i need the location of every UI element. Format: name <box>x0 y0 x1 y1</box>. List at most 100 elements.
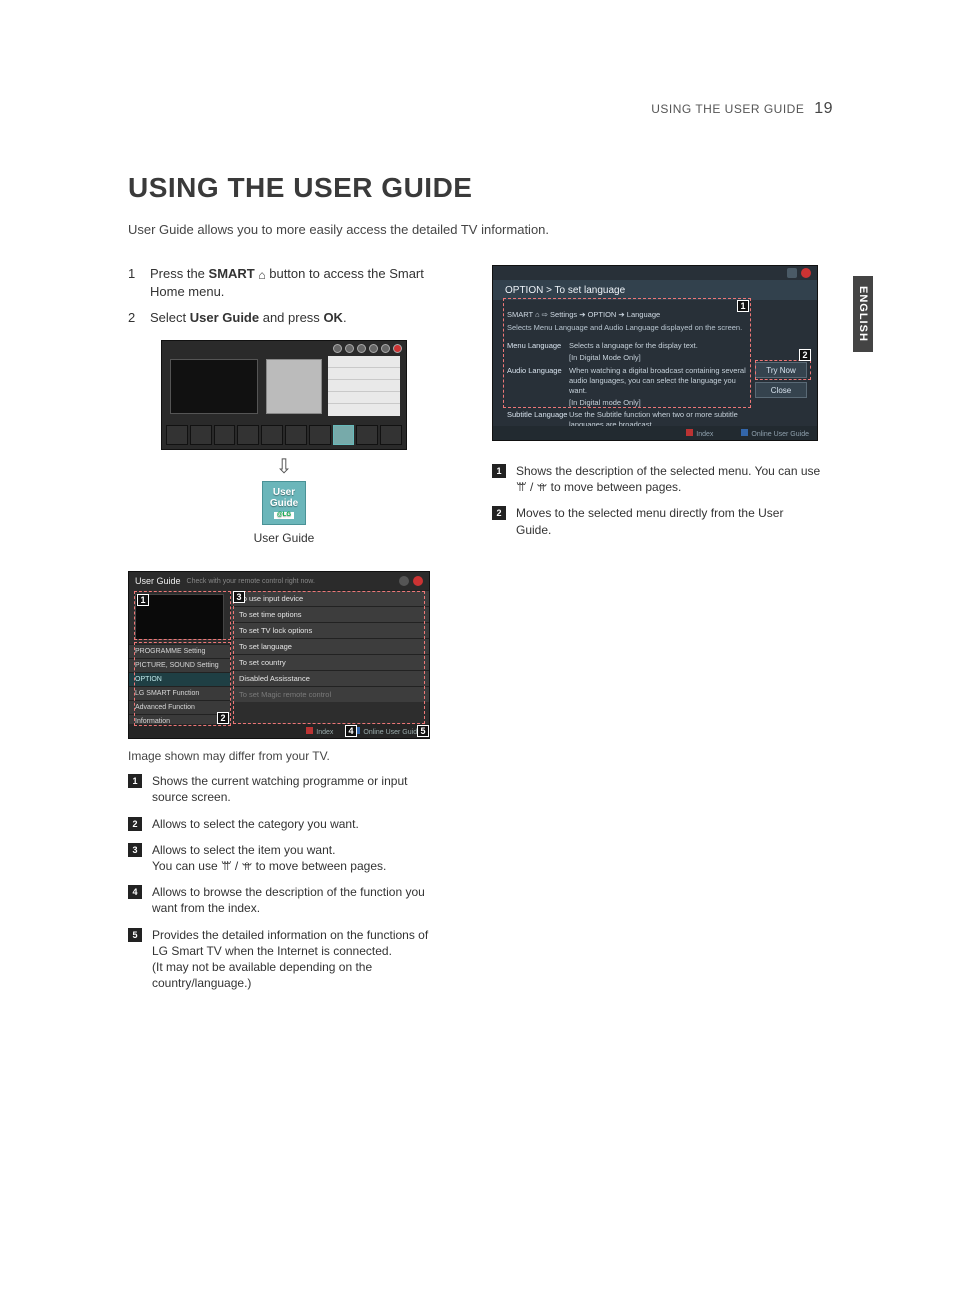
sh-icon <box>333 344 342 353</box>
ug-item-list: To use input device To set time options … <box>231 590 429 720</box>
step-text: Select User Guide and press OK. <box>150 309 347 327</box>
ug-item: Disabled Assisstance <box>231 670 429 686</box>
down-arrow-icon: ⇩ <box>276 454 293 479</box>
ug-left-pane: PROGRAMME Setting PICTURE, SOUND Setting… <box>129 590 231 720</box>
ug-category-item: LG SMART Function <box>129 686 230 700</box>
step-list: 1 Press the SMART ⌂ button to access the… <box>128 265 440 326</box>
tile-line1: User <box>273 487 295 498</box>
legend-text: Allows to select the category you want. <box>152 816 359 832</box>
intro-text: User Guide allows you to more easily acc… <box>128 222 833 237</box>
sh-icon <box>381 344 390 353</box>
ug-footer-online: Online User Guide <box>353 727 421 736</box>
user-guide-tile: User Guide @LG <box>262 481 306 525</box>
legend-item: 2 Moves to the selected menu directly fro… <box>492 505 822 537</box>
legend-text: Allows to select the item you want. You … <box>152 842 386 874</box>
ug-category-item: Advanced Function <box>129 700 230 714</box>
right-column: OPTION > To set language SMART ⌂ ⇨ Setti… <box>492 265 822 1001</box>
sh-side-panel <box>328 356 400 416</box>
ug-item: To set language <box>231 638 429 654</box>
tile-caption: User Guide <box>254 531 315 545</box>
page-number: 19 <box>814 100 833 117</box>
left-column: 1 Press the SMART ⌂ button to access the… <box>128 265 440 1001</box>
red-dot-icon <box>306 727 313 734</box>
legend-item: 1Shows the description of the selected m… <box>492 463 822 495</box>
ug-category-item: PROGRAMME Setting <box>129 644 230 658</box>
smart-home-screen <box>161 340 407 450</box>
step-text: Press the SMART ⌂ button to access the S… <box>150 265 440 301</box>
ug-title: User Guide <box>135 576 181 586</box>
step-number: 2 <box>128 309 150 327</box>
callout-badge: 3 <box>233 591 245 603</box>
sh-card <box>266 359 322 414</box>
running-head-text: USING THE USER GUIDE <box>651 102 804 116</box>
opt-row: Audio LanguageWhen watching a digital br… <box>507 366 747 396</box>
callout-badge: 2 <box>799 349 811 361</box>
page: USING THE USER GUIDE 19 ENGLISH USING TH… <box>128 100 833 1001</box>
tile-brand: @LG <box>274 512 294 519</box>
running-header: USING THE USER GUIDE 19 <box>128 100 833 118</box>
opt-row: Menu LanguageSelects a language for the … <box>507 341 747 351</box>
tile-line2: Guide <box>270 498 298 509</box>
legend-text: Allows to browse the description of the … <box>152 884 440 916</box>
legend-item: 1 Shows the current watching programme or… <box>128 773 440 805</box>
legend-badge: 5 <box>128 928 142 942</box>
sh-app-row <box>166 425 402 445</box>
smart-home-figure: ⇩ User Guide @LG User Guide <box>128 340 440 545</box>
opt-path: SMART ⌂ ⇨ Settings ➔ OPTION ➔ Language <box>507 310 747 320</box>
legend-badge: 2 <box>128 817 142 831</box>
opt-icon <box>787 268 797 278</box>
step-number: 1 <box>128 265 150 301</box>
legend-text: Shows the current watching programme or … <box>152 773 440 805</box>
legend-badge: 2 <box>492 506 506 520</box>
minimize-icon <box>399 576 409 586</box>
legend-item: 5 Provides the detailed information on th… <box>128 927 440 992</box>
callout-badge: 5 <box>417 725 429 737</box>
legend-text: Provides the detailed information on the… <box>152 927 440 992</box>
callout-badge: 2 <box>217 712 229 724</box>
left-legend: 1 Shows the current watching programme or… <box>128 773 440 991</box>
ug-item: To set time options <box>231 606 429 622</box>
opt-side-buttons: Try Now Close <box>755 362 807 398</box>
close-icon <box>413 576 423 586</box>
ug-header-bar: User Guide Check with your remote contro… <box>129 572 429 590</box>
ug-window-controls <box>399 576 423 586</box>
legend-badge: 1 <box>128 774 142 788</box>
ug-subtitle: Check with your remote control right now… <box>187 578 315 585</box>
callout-badge: 1 <box>737 300 749 312</box>
sh-icon <box>369 344 378 353</box>
close-icon <box>393 344 402 353</box>
sh-icon <box>357 344 366 353</box>
close-button[interactable]: Close <box>755 382 807 398</box>
callout-badge: 4 <box>345 725 357 737</box>
user-guide-screen: User Guide Check with your remote contro… <box>128 571 430 739</box>
legend-item: 4 Allows to browse the description of the… <box>128 884 440 916</box>
page-title: USING THE USER GUIDE <box>128 172 833 204</box>
legend-badge: 3 <box>128 843 142 857</box>
legend-badge: 1 <box>492 464 506 478</box>
red-dot-icon <box>686 429 693 436</box>
ug-category-item: OPTION <box>129 672 230 686</box>
ug-item: To set TV lock options <box>231 622 429 638</box>
legend-text: Moves to the selected menu directly from… <box>516 505 822 537</box>
try-now-button[interactable]: Try Now <box>755 362 807 378</box>
legend-item: 2 Allows to select the category you want. <box>128 816 440 832</box>
step-item: 1 Press the SMART ⌂ button to access the… <box>128 265 440 301</box>
close-icon <box>801 268 811 278</box>
step-item: 2 Select User Guide and press OK. <box>128 309 440 327</box>
legend-badge: 4 <box>128 885 142 899</box>
callout-badge: 1 <box>137 594 149 606</box>
opt-row: [In Digital Mode Only] <box>507 353 747 363</box>
opt-path-desc: Selects Menu Language and Audio Language… <box>507 323 747 333</box>
ug-item: To use input device <box>231 590 429 606</box>
ug-item: To set country <box>231 654 429 670</box>
image-note: Image shown may differ from your TV. <box>128 749 440 763</box>
opt-footer-index: Index <box>686 429 713 438</box>
sh-window-controls <box>333 344 402 353</box>
opt-footer: Index Online User Guide <box>493 426 817 440</box>
sh-icon <box>345 344 354 353</box>
opt-row: [In Digital mode Only] <box>507 398 747 408</box>
option-screen: OPTION > To set language SMART ⌂ ⇨ Setti… <box>492 265 818 441</box>
language-side-tab: ENGLISH <box>853 276 873 352</box>
ug-category-list: PROGRAMME Setting PICTURE, SOUND Setting… <box>129 644 230 728</box>
sh-app-highlighted <box>333 425 355 445</box>
